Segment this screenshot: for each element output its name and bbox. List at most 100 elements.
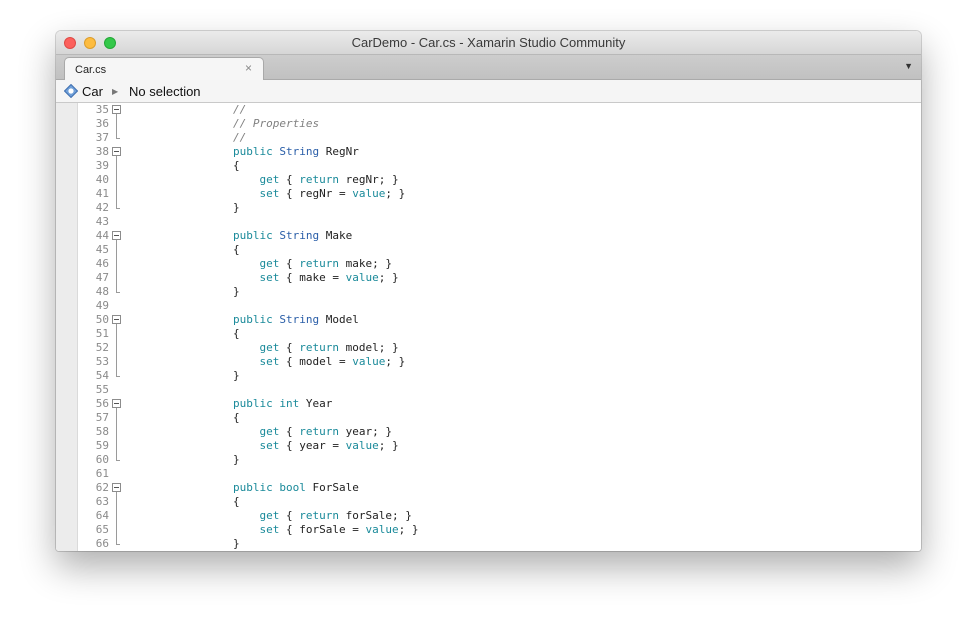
document-tab-bar: Car.cs × ▼ xyxy=(56,55,921,80)
code-line[interactable]: 36 // Properties xyxy=(78,117,921,131)
fold-marker[interactable] xyxy=(112,145,122,159)
fold-marker xyxy=(112,355,122,369)
code-line[interactable]: 35 // xyxy=(78,103,921,117)
code-text: } xyxy=(180,369,240,382)
ide-window: CarDemo - Car.cs - Xamarin Studio Commun… xyxy=(56,31,921,551)
code-text: { xyxy=(180,411,240,424)
code-line[interactable]: 63 { xyxy=(78,495,921,509)
collapse-region-icon[interactable] xyxy=(112,483,121,492)
line-number: 60 xyxy=(95,453,109,466)
code-line[interactable]: 49 xyxy=(78,299,921,313)
code-line[interactable]: 51 { xyxy=(78,327,921,341)
fold-marker xyxy=(112,131,122,145)
code-line[interactable]: 37 // xyxy=(78,131,921,145)
collapse-region-icon[interactable] xyxy=(112,105,121,114)
code-editor[interactable]: 35 //36 // Properties 37 //38 public Stri… xyxy=(56,103,921,551)
line-number: 39 xyxy=(95,159,109,172)
line-number: 36 xyxy=(95,117,109,130)
code-line[interactable]: 43 xyxy=(78,215,921,229)
code-text: { xyxy=(180,159,240,172)
title-bar[interactable]: CarDemo - Car.cs - Xamarin Studio Commun… xyxy=(56,31,921,55)
code-line[interactable]: 38 public String RegNr xyxy=(78,145,921,159)
line-number: 47 xyxy=(95,271,109,284)
code-line[interactable]: 55 xyxy=(78,383,921,397)
path-separator-icon: ▶ xyxy=(112,87,119,96)
tab-car-cs[interactable]: Car.cs × xyxy=(64,57,264,80)
code-text: { xyxy=(180,243,240,256)
line-number: 61 xyxy=(95,467,109,480)
code-line[interactable]: 54 } xyxy=(78,369,921,383)
code-line[interactable]: 46 get { return make; } xyxy=(78,257,921,271)
fold-marker xyxy=(112,523,122,537)
code-line[interactable]: 48 } xyxy=(78,285,921,299)
code-text: public String Model xyxy=(232,313,359,326)
fold-marker[interactable] xyxy=(112,103,122,117)
code-line[interactable]: 53 set { model = value; } xyxy=(78,355,921,369)
fold-marker[interactable] xyxy=(112,229,122,243)
code-line[interactable]: 44 public String Make xyxy=(78,229,921,243)
line-number: 46 xyxy=(95,257,109,270)
fold-marker[interactable] xyxy=(112,481,122,495)
code-line[interactable]: 39 { xyxy=(78,159,921,173)
line-number: 50 xyxy=(95,313,109,326)
tab-list-dropdown-icon[interactable]: ▼ xyxy=(904,61,913,71)
code-line[interactable]: 41 set { regNr = value; } xyxy=(78,187,921,201)
line-number: 59 xyxy=(95,439,109,452)
code-line[interactable]: 66 } xyxy=(78,537,921,551)
line-number: 55 xyxy=(95,383,109,396)
line-number: 57 xyxy=(95,411,109,424)
fold-marker xyxy=(112,467,122,481)
code-line[interactable]: 61 xyxy=(78,467,921,481)
fold-marker xyxy=(112,509,122,523)
code-text: public String Make xyxy=(232,229,353,242)
code-line[interactable]: 58 get { return year; } xyxy=(78,425,921,439)
line-number: 48 xyxy=(95,285,109,298)
code-line[interactable]: 56 public int Year xyxy=(78,397,921,411)
line-number: 49 xyxy=(95,299,109,312)
code-text: } xyxy=(180,285,240,298)
line-number: 62 xyxy=(95,481,109,494)
line-number: 38 xyxy=(95,145,109,158)
fold-marker xyxy=(112,369,122,383)
code-line[interactable]: 59 set { year = value; } xyxy=(78,439,921,453)
line-number: 35 xyxy=(95,103,109,116)
fold-marker xyxy=(112,159,122,173)
code-line[interactable]: 65 set { forSale = value; } xyxy=(78,523,921,537)
code-line[interactable]: 64 get { return forSale; } xyxy=(78,509,921,523)
line-number: 37 xyxy=(95,131,109,144)
fold-marker xyxy=(112,271,122,285)
close-tab-icon[interactable]: × xyxy=(245,61,252,75)
path-member-selector[interactable]: No selection xyxy=(129,84,201,99)
code-line[interactable]: 57 { xyxy=(78,411,921,425)
code-line[interactable]: 60 } xyxy=(78,453,921,467)
path-class-selector[interactable]: Car xyxy=(82,84,103,99)
code-text: // Properties xyxy=(232,117,320,130)
code-line[interactable]: 62 public bool ForSale xyxy=(78,481,921,495)
line-number: 65 xyxy=(95,523,109,536)
collapse-region-icon[interactable] xyxy=(112,231,121,240)
collapse-region-icon[interactable] xyxy=(112,315,121,324)
code-text: public int Year xyxy=(232,397,333,410)
class-icon xyxy=(63,83,79,99)
fold-marker xyxy=(112,215,122,229)
fold-marker xyxy=(112,173,122,187)
fold-marker[interactable] xyxy=(112,313,122,327)
code-text: get { return forSale; } xyxy=(259,509,412,522)
editor-margin xyxy=(56,103,78,551)
code-text: get { return model; } xyxy=(259,341,399,354)
code-line[interactable]: 42 } xyxy=(78,201,921,215)
fold-marker xyxy=(112,327,122,341)
code-text: } xyxy=(180,537,240,550)
collapse-region-icon[interactable] xyxy=(112,399,121,408)
collapse-region-icon[interactable] xyxy=(112,147,121,156)
fold-marker xyxy=(112,383,122,397)
code-text: // xyxy=(232,103,247,116)
code-line[interactable]: 45 { xyxy=(78,243,921,257)
code-line[interactable]: 52 get { return model; } xyxy=(78,341,921,355)
code-line[interactable]: 40 get { return regNr; } xyxy=(78,173,921,187)
fold-marker[interactable] xyxy=(112,397,122,411)
line-number: 52 xyxy=(95,341,109,354)
code-line[interactable]: 50 public String Model xyxy=(78,313,921,327)
code-line[interactable]: 47 set { make = value; } xyxy=(78,271,921,285)
fold-marker xyxy=(112,187,122,201)
